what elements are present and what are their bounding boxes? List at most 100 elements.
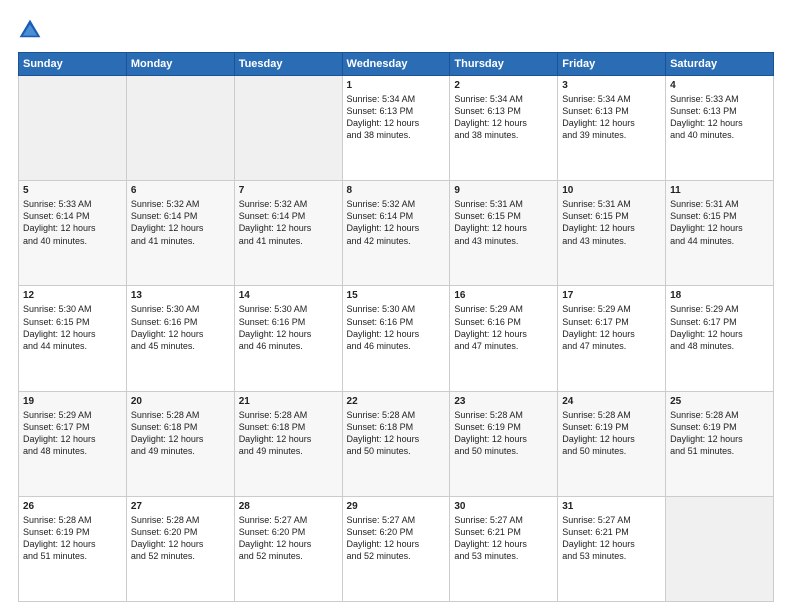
day-number: 20 [131, 396, 230, 407]
calendar-cell: 30 Sunrise: 5:27 AM Sunset: 6:21 PM Dayli… [450, 496, 558, 601]
day-info: Sunrise: 5:28 AM Sunset: 6:18 PM Dayligh… [347, 409, 446, 458]
calendar-header-day: Thursday [450, 53, 558, 76]
calendar-cell: 10 Sunrise: 5:31 AM Sunset: 6:15 PM Dayli… [558, 181, 666, 286]
calendar-header-day: Wednesday [342, 53, 450, 76]
calendar-cell: 11 Sunrise: 5:31 AM Sunset: 6:15 PM Dayli… [666, 181, 774, 286]
calendar-cell: 6 Sunrise: 5:32 AM Sunset: 6:14 PM Daylig… [126, 181, 234, 286]
day-info: Sunrise: 5:28 AM Sunset: 6:19 PM Dayligh… [670, 409, 769, 458]
day-number: 28 [239, 501, 338, 512]
calendar-cell [19, 76, 127, 181]
day-info: Sunrise: 5:30 AM Sunset: 6:16 PM Dayligh… [347, 303, 446, 352]
day-info: Sunrise: 5:27 AM Sunset: 6:20 PM Dayligh… [347, 514, 446, 563]
day-info: Sunrise: 5:33 AM Sunset: 6:13 PM Dayligh… [670, 93, 769, 142]
calendar-table: SundayMondayTuesdayWednesdayThursdayFrid… [18, 52, 774, 602]
day-info: Sunrise: 5:31 AM Sunset: 6:15 PM Dayligh… [562, 198, 661, 247]
calendar-cell: 8 Sunrise: 5:32 AM Sunset: 6:14 PM Daylig… [342, 181, 450, 286]
logo-icon [18, 18, 42, 42]
day-info: Sunrise: 5:32 AM Sunset: 6:14 PM Dayligh… [347, 198, 446, 247]
calendar-cell: 21Sunrise: 5:28 AM Sunset: 6:18 PM Dayli… [234, 391, 342, 496]
day-info: Sunrise: 5:27 AM Sunset: 6:21 PM Dayligh… [454, 514, 553, 563]
day-number: 5 [23, 185, 122, 196]
calendar-cell: 27 Sunrise: 5:28 AM Sunset: 6:20 PM Dayli… [126, 496, 234, 601]
calendar-cell: 31 Sunrise: 5:27 AM Sunset: 6:21 PM Dayli… [558, 496, 666, 601]
calendar-header-day: Saturday [666, 53, 774, 76]
calendar-cell: 25 Sunrise: 5:28 AM Sunset: 6:19 PM Dayli… [666, 391, 774, 496]
page: SundayMondayTuesdayWednesdayThursdayFrid… [0, 0, 792, 612]
day-number: 9 [454, 185, 553, 196]
day-number: 24 [562, 396, 661, 407]
calendar-cell: 16 Sunrise: 5:29 AM Sunset: 6:16 PM Dayli… [450, 286, 558, 391]
day-info: Sunrise: 5:28 AM Sunset: 6:19 PM Dayligh… [454, 409, 553, 458]
calendar-cell: 20Sunrise: 5:28 AM Sunset: 6:18 PM Dayli… [126, 391, 234, 496]
day-number: 10 [562, 185, 661, 196]
logo [18, 18, 46, 42]
calendar-week-row: 5 Sunrise: 5:33 AM Sunset: 6:14 PM Daylig… [19, 181, 774, 286]
day-number: 12 [23, 290, 122, 301]
calendar-header-day: Sunday [19, 53, 127, 76]
day-number: 25 [670, 396, 769, 407]
day-info: Sunrise: 5:27 AM Sunset: 6:20 PM Dayligh… [239, 514, 338, 563]
calendar-header-day: Tuesday [234, 53, 342, 76]
calendar-cell [666, 496, 774, 601]
calendar-cell: 26 Sunrise: 5:28 AM Sunset: 6:19 PM Dayli… [19, 496, 127, 601]
header [18, 18, 774, 42]
calendar-cell: 3 Sunrise: 5:34 AM Sunset: 6:13 PM Daylig… [558, 76, 666, 181]
calendar-cell: 22 Sunrise: 5:28 AM Sunset: 6:18 PM Dayli… [342, 391, 450, 496]
day-info: Sunrise: 5:33 AM Sunset: 6:14 PM Dayligh… [23, 198, 122, 247]
day-number: 22 [347, 396, 446, 407]
day-info: Sunrise: 5:30 AM Sunset: 6:15 PM Dayligh… [23, 303, 122, 352]
calendar-cell: 2Sunrise: 5:34 AM Sunset: 6:13 PM Daylig… [450, 76, 558, 181]
calendar-cell: 28 Sunrise: 5:27 AM Sunset: 6:20 PM Dayli… [234, 496, 342, 601]
day-number: 30 [454, 501, 553, 512]
day-number: 11 [670, 185, 769, 196]
day-number: 15 [347, 290, 446, 301]
day-number: 8 [347, 185, 446, 196]
day-info: Sunrise: 5:28 AM Sunset: 6:20 PM Dayligh… [131, 514, 230, 563]
day-number: 2 [454, 80, 553, 91]
day-number: 13 [131, 290, 230, 301]
day-info: Sunrise: 5:29 AM Sunset: 6:17 PM Dayligh… [23, 409, 122, 458]
day-number: 18 [670, 290, 769, 301]
day-number: 4 [670, 80, 769, 91]
day-number: 27 [131, 501, 230, 512]
calendar-cell: 5 Sunrise: 5:33 AM Sunset: 6:14 PM Daylig… [19, 181, 127, 286]
day-info: Sunrise: 5:29 AM Sunset: 6:16 PM Dayligh… [454, 303, 553, 352]
day-info: Sunrise: 5:28 AM Sunset: 6:19 PM Dayligh… [23, 514, 122, 563]
calendar-cell: 13 Sunrise: 5:30 AM Sunset: 6:16 PM Dayli… [126, 286, 234, 391]
calendar-cell: 15 Sunrise: 5:30 AM Sunset: 6:16 PM Dayli… [342, 286, 450, 391]
calendar-week-row: 19Sunrise: 5:29 AM Sunset: 6:17 PM Dayli… [19, 391, 774, 496]
day-number: 6 [131, 185, 230, 196]
calendar-cell: 12 Sunrise: 5:30 AM Sunset: 6:15 PM Dayli… [19, 286, 127, 391]
day-info: Sunrise: 5:31 AM Sunset: 6:15 PM Dayligh… [670, 198, 769, 247]
day-number: 3 [562, 80, 661, 91]
day-info: Sunrise: 5:32 AM Sunset: 6:14 PM Dayligh… [239, 198, 338, 247]
day-info: Sunrise: 5:29 AM Sunset: 6:17 PM Dayligh… [670, 303, 769, 352]
day-number: 1 [347, 80, 446, 91]
day-number: 29 [347, 501, 446, 512]
calendar-header-day: Friday [558, 53, 666, 76]
day-number: 7 [239, 185, 338, 196]
calendar-cell: 9 Sunrise: 5:31 AM Sunset: 6:15 PM Daylig… [450, 181, 558, 286]
day-info: Sunrise: 5:28 AM Sunset: 6:18 PM Dayligh… [239, 409, 338, 458]
calendar-week-row: 26 Sunrise: 5:28 AM Sunset: 6:19 PM Dayli… [19, 496, 774, 601]
day-info: Sunrise: 5:32 AM Sunset: 6:14 PM Dayligh… [131, 198, 230, 247]
calendar-week-row: 1 Sunrise: 5:34 AM Sunset: 6:13 PM Daylig… [19, 76, 774, 181]
calendar-cell: 7 Sunrise: 5:32 AM Sunset: 6:14 PM Daylig… [234, 181, 342, 286]
calendar-cell: 4 Sunrise: 5:33 AM Sunset: 6:13 PM Daylig… [666, 76, 774, 181]
calendar-header-row: SundayMondayTuesdayWednesdayThursdayFrid… [19, 53, 774, 76]
day-info: Sunrise: 5:30 AM Sunset: 6:16 PM Dayligh… [131, 303, 230, 352]
day-number: 26 [23, 501, 122, 512]
day-number: 31 [562, 501, 661, 512]
calendar-cell: 1Sunrise: 5:34 AM Sunset: 6:13 PM Daylig… [342, 76, 450, 181]
calendar-cell: 24Sunrise: 5:28 AM Sunset: 6:19 PM Dayli… [558, 391, 666, 496]
day-info: Sunrise: 5:27 AM Sunset: 6:21 PM Dayligh… [562, 514, 661, 563]
calendar-header-day: Monday [126, 53, 234, 76]
day-number: 16 [454, 290, 553, 301]
calendar-cell: 18 Sunrise: 5:29 AM Sunset: 6:17 PM Dayli… [666, 286, 774, 391]
calendar-cell: 14Sunrise: 5:30 AM Sunset: 6:16 PM Dayli… [234, 286, 342, 391]
day-number: 14 [239, 290, 338, 301]
calendar-cell: 19Sunrise: 5:29 AM Sunset: 6:17 PM Dayli… [19, 391, 127, 496]
day-info: Sunrise: 5:34 AM Sunset: 6:13 PM Dayligh… [562, 93, 661, 142]
day-info: Sunrise: 5:31 AM Sunset: 6:15 PM Dayligh… [454, 198, 553, 247]
day-number: 17 [562, 290, 661, 301]
